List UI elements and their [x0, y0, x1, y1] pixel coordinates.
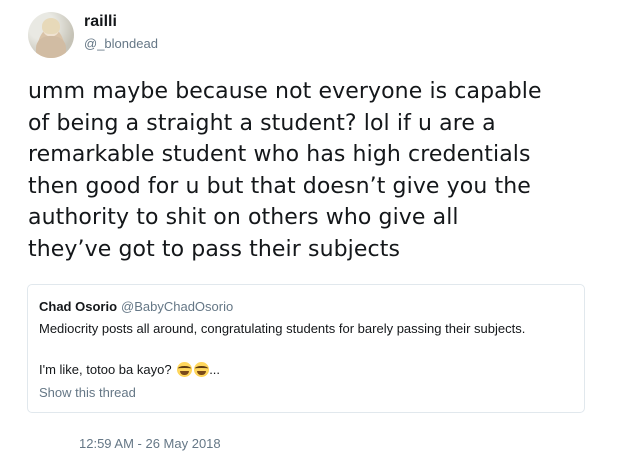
- tweet-text-line: remarkable student who has high credenti…: [28, 142, 531, 167]
- quoted-author-name: Chad Osorio: [39, 299, 118, 314]
- tweet-timestamp[interactable]: 12:59 AM - 26 May 2018: [79, 436, 221, 451]
- author-name[interactable]: railli: [84, 13, 117, 31]
- tweet-text-line: they’ve got to pass their subjects: [28, 236, 401, 262]
- author-handle[interactable]: @_blondead: [84, 36, 158, 51]
- tweet-text-line: then good for u but that doesn’t give yo…: [28, 173, 531, 199]
- avatar[interactable]: [28, 12, 74, 58]
- avatar-hair: [42, 18, 60, 34]
- face-with-tears-of-joy-icon: [177, 362, 193, 377]
- face-with-tears-of-joy-icon: [194, 362, 210, 377]
- quoted-tweet-text-2: I'm like, totoo ba kayo? ...: [39, 362, 220, 377]
- quoted-tweet-header: Chad Osorio @BabyChadOsorio: [39, 299, 233, 314]
- tweet-text-line: authority to shit on others who give all: [28, 205, 459, 230]
- quoted-tweet[interactable]: Chad Osorio @BabyChadOsorio Mediocrity po…: [27, 284, 585, 413]
- tweet-text-line: of being a straight a student? lol if u …: [28, 110, 496, 136]
- avatar-figure: [36, 36, 66, 58]
- quoted-tweet-text-2-label: I'm like, totoo ba kayo?: [39, 362, 172, 377]
- quoted-tweet-text: Mediocrity posts all around, congratulat…: [39, 321, 526, 336]
- show-thread-link[interactable]: Show this thread: [39, 385, 136, 400]
- quoted-tweet-ellipsis: ...: [209, 362, 221, 377]
- quoted-author-handle: @BabyChadOsorio: [121, 299, 234, 314]
- tweet-card: railli @_blondead umm maybe because not …: [0, 0, 624, 464]
- tweet-text: umm maybe because not everyone is capabl…: [28, 76, 608, 265]
- tweet-text-line: umm maybe because not everyone is capabl…: [28, 79, 542, 104]
